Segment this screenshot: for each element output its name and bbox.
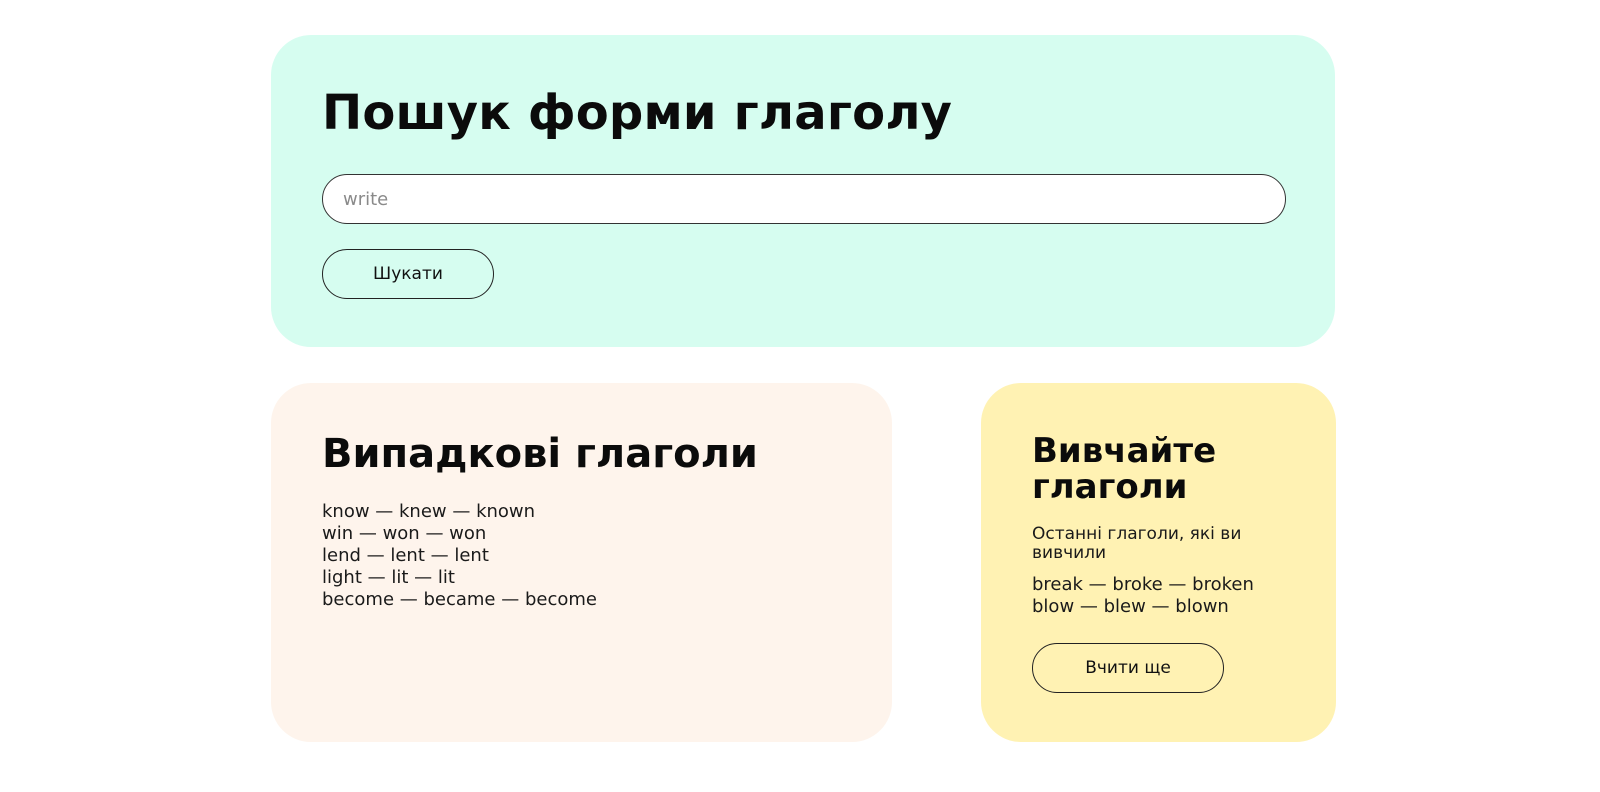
learn-more-button[interactable]: Вчити ще [1032,643,1224,693]
page: Пошук форми глаголу Шукати Випадкові гла… [0,0,1600,792]
random-verbs-card: Випадкові глаголи know — knew — known wi… [271,383,892,742]
verb-item: become — became — become [322,589,597,610]
verb-item: know — knew — known [322,501,536,522]
search-input[interactable] [322,174,1286,225]
learned-verb-item: blow — blew — blown [1032,596,1229,617]
search-title: Пошук форми глаголу [322,85,953,141]
search-button[interactable]: Шукати [322,249,494,300]
learn-verbs-title: Вивчайте глаголи [1032,431,1217,507]
learn-verbs-card: Вивчайте глаголи Останні глаголи, які ви… [981,383,1336,742]
learned-verb-item: break — broke — broken [1032,574,1254,595]
random-verbs-title: Випадкові глаголи [322,431,758,477]
verb-item: light — lit — lit [322,567,455,588]
random-verbs-list: know — knew — known win — won — won lend… [322,501,842,611]
verb-item: lend — lent — lent [322,545,489,566]
verb-search-card: Пошук форми глаголу Шукати [271,35,1335,347]
verb-item: win — won — won [322,523,487,544]
learn-verbs-subtitle: Останні глаголи, які ви вивчили [1032,524,1242,563]
learned-verbs-list: break — broke — broken blow — blew — blo… [1032,574,1306,618]
